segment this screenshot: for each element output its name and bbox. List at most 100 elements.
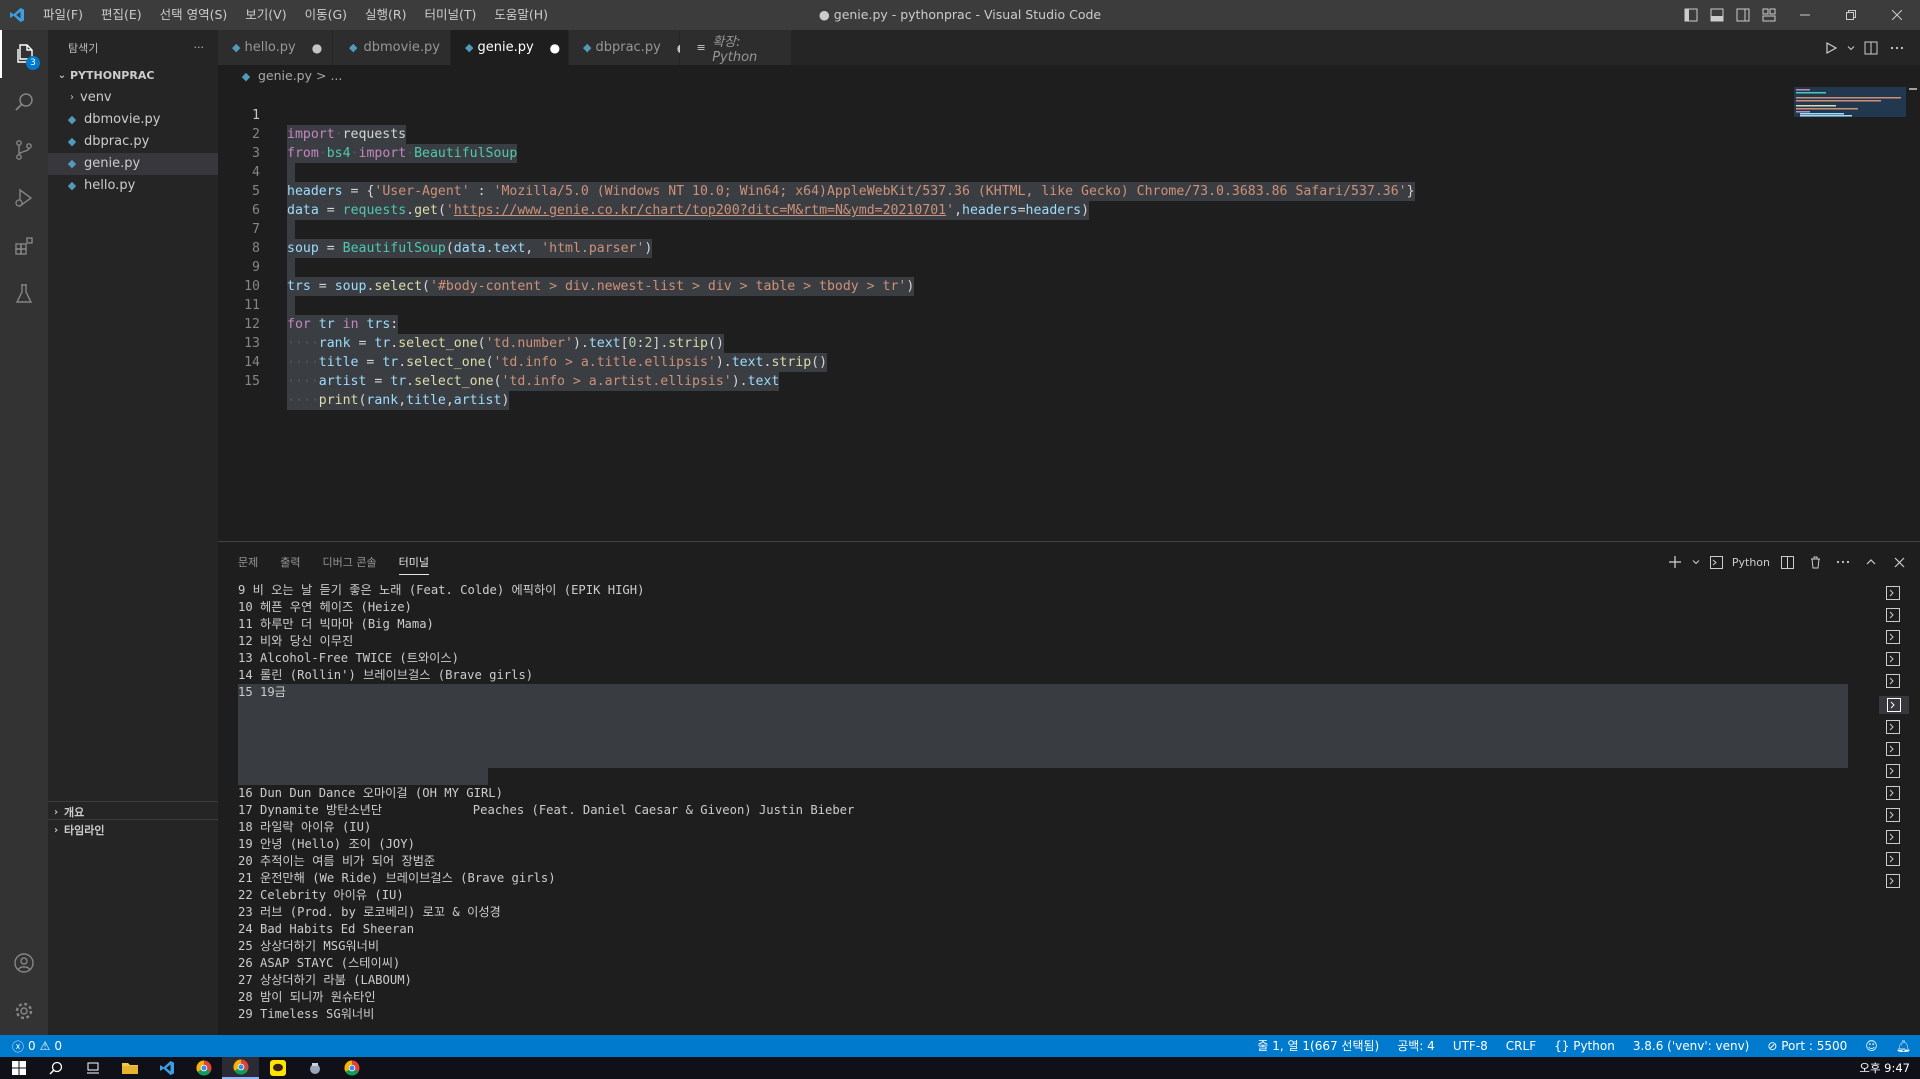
- split-terminal-icon[interactable]: [1776, 547, 1798, 577]
- tree-file-hello[interactable]: ◆ hello.py: [48, 175, 218, 197]
- taskbar-clock[interactable]: 오후 9:47: [1859, 1057, 1920, 1079]
- panel-tab-output[interactable]: 출력: [280, 550, 300, 574]
- terminal-tab-icon[interactable]: [1886, 786, 1902, 802]
- terminal-tab-icon[interactable]: [1886, 764, 1902, 780]
- python-file-icon: ◆: [67, 113, 77, 126]
- problems-indicator[interactable]: ⓧ 0 ⚠ 0: [0, 1038, 62, 1055]
- terminal-tab-icon[interactable]: [1886, 874, 1902, 890]
- panel-more-icon[interactable]: [1832, 547, 1854, 577]
- restore-icon[interactable]: [1828, 0, 1874, 30]
- source-control-icon[interactable]: [0, 126, 48, 174]
- close-window-icon[interactable]: [1874, 0, 1920, 30]
- task-view-icon[interactable]: [74, 1057, 111, 1079]
- menu-help[interactable]: 도움말(H): [485, 0, 557, 30]
- run-python-file-icon[interactable]: [1818, 33, 1844, 63]
- terminal-tab-icon[interactable]: [1886, 720, 1902, 736]
- menu-selection[interactable]: 선택 영역(S): [151, 0, 237, 30]
- notifications-bell-icon[interactable]: 🔔︎: [1887, 1035, 1920, 1057]
- terminal-instance-label[interactable]: Python: [1732, 556, 1770, 569]
- run-debug-icon[interactable]: [0, 174, 48, 222]
- language-mode[interactable]: {} Python: [1545, 1035, 1624, 1057]
- file-explorer-icon[interactable]: [111, 1057, 148, 1079]
- breadcrumb-rest[interactable]: > ...: [312, 68, 342, 83]
- windows-taskbar: 오후 9:47: [0, 1057, 1920, 1079]
- kill-terminal-trash-icon[interactable]: [1804, 547, 1826, 577]
- split-editor-icon[interactable]: [1858, 33, 1884, 63]
- vscode-taskbar-icon[interactable]: [148, 1057, 185, 1079]
- maximize-panel-chevron-up-icon[interactable]: [1860, 547, 1882, 577]
- taskbar-search-icon[interactable]: [37, 1057, 74, 1079]
- breadcrumb: ◆ genie.py > ...: [218, 65, 343, 87]
- terminal-tab-icon[interactable]: [1886, 674, 1902, 690]
- extensions-icon[interactable]: [0, 222, 48, 270]
- terminal-tab-icon[interactable]: [1886, 608, 1902, 624]
- feedback-icon[interactable]: ☺: [1856, 1035, 1887, 1057]
- testing-icon[interactable]: [0, 270, 48, 318]
- tree-file-dbmovie[interactable]: ◆ dbmovie.py: [48, 109, 218, 131]
- code-editor[interactable]: 1 import·requests 2 from·bs4·import·Beau…: [218, 87, 1920, 541]
- menu-edit[interactable]: 편집(E): [92, 0, 151, 30]
- terminal-dropdown-chevron-icon[interactable]: [1690, 547, 1702, 577]
- tree-item-label: genie.py: [84, 156, 141, 171]
- terminal-tab-icon[interactable]: [1886, 742, 1902, 758]
- minimize-icon[interactable]: [1782, 0, 1828, 30]
- tab-genie[interactable]: ◆ genie.py ●: [451, 30, 569, 65]
- terminal-tab-icon[interactable]: [1886, 586, 1902, 602]
- live-server-port[interactable]: ⊘ Port : 5500: [1758, 1035, 1856, 1057]
- terminal-tab-icon[interactable]: [1886, 630, 1902, 646]
- terminal-tab-icon[interactable]: [1886, 652, 1902, 668]
- windows-start-icon[interactable]: [0, 1057, 37, 1079]
- panel-tab-terminal[interactable]: 터미널: [398, 550, 429, 575]
- menu-go[interactable]: 이동(G): [296, 0, 356, 30]
- toggle-sidebar-icon[interactable]: [1678, 0, 1704, 30]
- sidebar-more-icon[interactable]: ···: [194, 41, 205, 54]
- terminal-tab-icon[interactable]: [1886, 808, 1902, 824]
- encoding[interactable]: UTF-8: [1444, 1035, 1497, 1057]
- breadcrumb-file[interactable]: genie.py: [258, 68, 312, 83]
- kakaotalk-icon[interactable]: [259, 1057, 296, 1079]
- chrome-icon[interactable]: [185, 1057, 222, 1079]
- cursor-position[interactable]: 줄 1, 열 1(667 선택됨): [1248, 1035, 1388, 1057]
- end-of-line[interactable]: CRLF: [1497, 1035, 1545, 1057]
- tree-folder-venv[interactable]: › venv: [48, 87, 218, 109]
- indentation[interactable]: 공백: 4: [1388, 1035, 1444, 1057]
- new-terminal-plus-icon[interactable]: [1666, 547, 1684, 577]
- terminal-output[interactable]: 9 비 오는 날 듣기 좋은 노래 (Feat. Colde) 에픽하이 (EP…: [238, 582, 1848, 1036]
- unsaved-dot-icon[interactable]: ●: [550, 41, 560, 55]
- terminal-tab-icon[interactable]: [1886, 852, 1902, 868]
- search-icon[interactable]: [0, 78, 48, 126]
- workspace-root[interactable]: ⌄ PYTHONPRAC: [48, 65, 218, 87]
- settings-gear-icon[interactable]: [0, 987, 48, 1035]
- tab-hello[interactable]: ◆ hello.py ●: [218, 30, 333, 65]
- chrome-active-icon[interactable]: [222, 1057, 259, 1079]
- menu-file[interactable]: 파일(F): [34, 0, 92, 30]
- menu-terminal[interactable]: 터미널(T): [416, 0, 486, 30]
- toggle-secondary-sidebar-icon[interactable]: [1730, 0, 1756, 30]
- explorer-icon[interactable]: 3: [0, 30, 48, 78]
- customize-layout-icon[interactable]: [1756, 0, 1782, 30]
- tab-dbmovie[interactable]: ◆ dbmovie.py: [333, 30, 451, 65]
- accounts-icon[interactable]: [0, 939, 48, 987]
- toggle-panel-icon[interactable]: [1704, 0, 1730, 30]
- terminal-tab-icon-active[interactable]: [1879, 696, 1909, 714]
- tree-file-genie[interactable]: ◆ genie.py: [48, 153, 218, 175]
- menu-run[interactable]: 실행(R): [356, 0, 415, 30]
- terminal-line: Peaches (Feat. Daniel Caesar & Giveon) J…: [282, 803, 855, 817]
- chrome-secondary-icon[interactable]: [333, 1057, 370, 1079]
- panel-tab-problems[interactable]: 문제: [238, 550, 258, 574]
- tree-file-dbprac[interactable]: ◆ dbprac.py: [48, 131, 218, 153]
- minimap[interactable]: [1794, 87, 1906, 147]
- app-game-icon[interactable]: [296, 1057, 333, 1079]
- tab-dbprac[interactable]: ◆ dbprac.py ●: [569, 30, 687, 65]
- section-timeline[interactable]: › 타임라인: [48, 819, 218, 842]
- editor-more-icon[interactable]: [1884, 33, 1910, 63]
- menu-view[interactable]: 보기(V): [236, 0, 295, 30]
- close-panel-icon[interactable]: [1888, 547, 1910, 577]
- run-dropdown-chevron-icon[interactable]: [1844, 33, 1858, 63]
- terminal-tab-icon[interactable]: [1886, 830, 1902, 846]
- python-interpreter[interactable]: 3.8.6 ('venv': venv): [1624, 1035, 1759, 1057]
- editor-scrollbar[interactable]: [1906, 87, 1920, 541]
- unsaved-dot-icon[interactable]: ●: [312, 41, 322, 55]
- panel-tab-debug-console[interactable]: 디버그 콘솔: [323, 550, 377, 574]
- tab-extension-python[interactable]: ≡ 확장: Python: [680, 30, 792, 65]
